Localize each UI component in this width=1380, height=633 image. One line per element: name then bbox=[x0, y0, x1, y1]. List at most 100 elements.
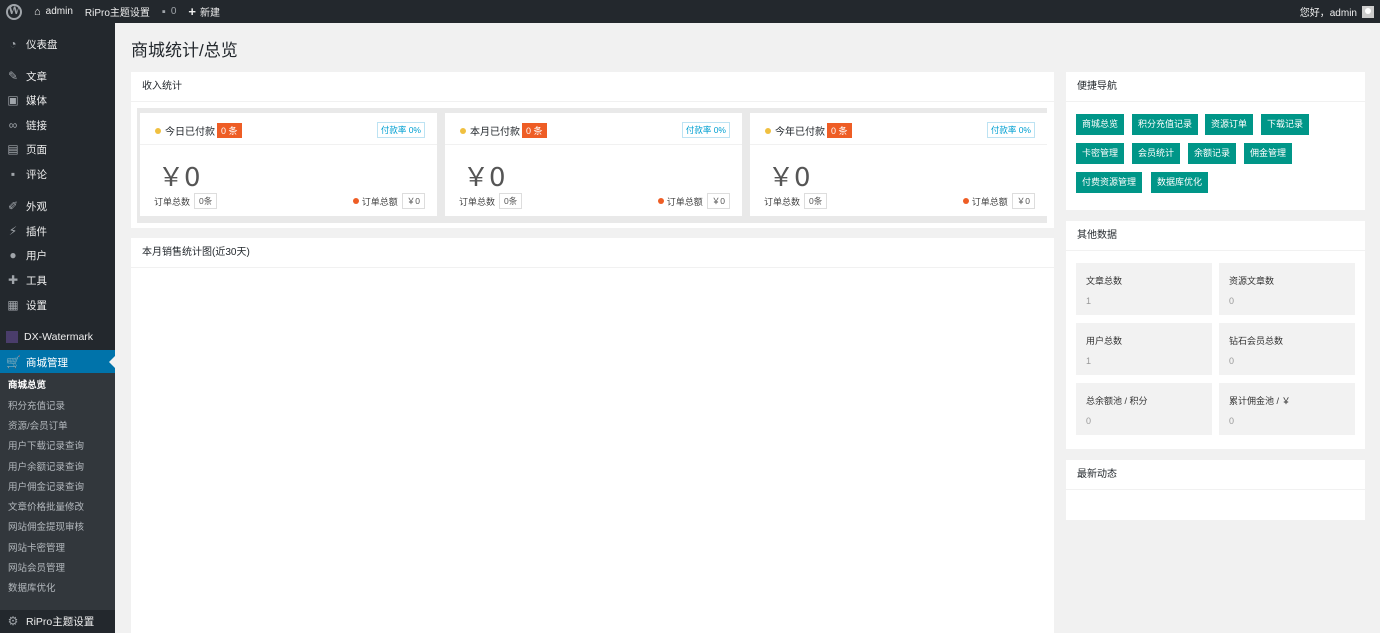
comments-count: 0 bbox=[170, 6, 177, 17]
nav-button-balance-records[interactable]: 余额记录 bbox=[1188, 143, 1237, 164]
status-dot bbox=[962, 198, 969, 204]
order-total-label: 订单总额 bbox=[666, 196, 703, 207]
nav-button-paid-resources[interactable]: 付费资源管理 bbox=[1076, 172, 1143, 193]
nav-button-db-optimize[interactable]: 数据库优化 bbox=[1151, 172, 1209, 193]
paid-amount: ￥0 bbox=[463, 163, 506, 193]
order-count: 订单总数 0条 bbox=[459, 193, 523, 209]
nav-button-points-recharge[interactable]: 积分充值记录 bbox=[1132, 114, 1199, 135]
status-dot bbox=[765, 127, 771, 134]
menu-ripro-settings[interactable]: ⚙ RiPro主题设置 bbox=[0, 609, 115, 633]
sales-chart-header: 本月销售统计图(近30天) bbox=[131, 238, 1054, 268]
status-dot bbox=[352, 198, 359, 204]
order-total-value: ￥0 bbox=[706, 193, 730, 209]
submenu-download-records[interactable]: 用户下载记录查询 bbox=[8, 438, 84, 456]
payment-rate-badge: 付款率 0% bbox=[376, 122, 425, 138]
nav-button-download-records[interactable]: 下载记录 bbox=[1261, 114, 1310, 135]
watermark-icon bbox=[6, 331, 18, 343]
nav-button-commission-management[interactable]: 佣金管理 bbox=[1244, 143, 1293, 164]
plugin-icon: ⚡ bbox=[8, 224, 18, 238]
menu-users[interactable]: ● 用户 bbox=[0, 243, 115, 267]
menu-label: DX-Watermark bbox=[24, 331, 94, 343]
stat-cell-label: 资源文章数 bbox=[1229, 276, 1275, 286]
menu-tools[interactable]: ✚ 工具 bbox=[0, 268, 115, 292]
menu-pages[interactable]: ▤ 页面 bbox=[0, 137, 115, 161]
stat-cell-post-count: 文章总数 1 bbox=[1076, 263, 1212, 315]
submenu-points-recharge[interactable]: 积分充值记录 bbox=[8, 398, 65, 416]
menu-label: 页面 bbox=[26, 143, 47, 156]
order-total-value: ￥0 bbox=[1011, 193, 1035, 209]
stat-cell-commission-pool: 累计佣金池 / ￥ 0 bbox=[1219, 383, 1355, 435]
order-count: 订单总数 0条 bbox=[154, 193, 218, 209]
menu-comments[interactable]: ▪ 评论 bbox=[0, 162, 115, 186]
submenu-resource-orders[interactable]: 资源/会员订单 bbox=[8, 418, 68, 436]
submenu-shop-overview[interactable]: 商城总览 bbox=[8, 377, 46, 395]
menu-appearance[interactable]: ✐ 外观 bbox=[0, 194, 115, 218]
stat-cell-balance-pool: 总余额池 / 积分 0 bbox=[1076, 383, 1212, 435]
submenu-commission-records[interactable]: 用户佣金记录查询 bbox=[8, 479, 84, 497]
menu-dashboard[interactable]: ◔ 仪表盘 bbox=[0, 32, 115, 56]
nav-button-member-stats[interactable]: 会员统计 bbox=[1132, 143, 1181, 164]
link-icon: ∞ bbox=[8, 118, 18, 132]
nav-button-card-management[interactable]: 卡密管理 bbox=[1076, 143, 1125, 164]
order-count-label: 订单总数 bbox=[459, 196, 496, 207]
income-stats-card: 收入统计 今日已付款 0 条 付款率 0% ￥0 订单总数 0条 订单总额 ￥0 bbox=[131, 72, 1054, 228]
stat-box-today: 今日已付款 0 条 付款率 0% ￥0 订单总数 0条 订单总额 ￥0 bbox=[140, 113, 437, 216]
stat-cell-value: 1 bbox=[1086, 296, 1092, 306]
stat-cell-label: 总余额池 / 积分 bbox=[1086, 396, 1148, 406]
stat-cell-diamond-member-count: 钻石会员总数 0 bbox=[1219, 323, 1355, 375]
order-count: 订单总数 0条 bbox=[764, 193, 828, 209]
wp-logo-menu[interactable]: W bbox=[0, 0, 28, 23]
stat-box-year: 今年已付款 0 条 付款率 0% ￥0 订单总数 0条 订单总额 ￥0 bbox=[750, 113, 1047, 216]
paid-amount: ￥0 bbox=[768, 163, 811, 193]
menu-label: 评论 bbox=[26, 168, 47, 181]
nav-button-resource-orders[interactable]: 资源订单 bbox=[1205, 114, 1254, 135]
income-stats-header: 收入统计 bbox=[131, 72, 1054, 102]
page-icon: ▤ bbox=[7, 142, 19, 156]
menu-label: 仪表盘 bbox=[26, 38, 58, 51]
menu-plugins[interactable]: ⚡ 插件 bbox=[0, 219, 115, 243]
menu-media[interactable]: ▣ 媒体 bbox=[0, 88, 115, 112]
stat-cell-value: 1 bbox=[1086, 356, 1092, 366]
menu-settings[interactable]: ▦ 设置 bbox=[0, 293, 115, 317]
comments-link[interactable]: ▪ 0 bbox=[156, 0, 182, 23]
submenu-db-optimize[interactable]: 数据库优化 bbox=[8, 580, 56, 598]
order-total: 订单总额 ￥0 bbox=[962, 193, 1035, 209]
site-name-link[interactable]: ⌂ admin bbox=[28, 0, 79, 23]
menu-label: RiPro主题设置 bbox=[26, 615, 95, 628]
wrench-icon: ✚ bbox=[7, 273, 19, 287]
site-name: admin bbox=[45, 6, 73, 17]
stat-cell-value: 0 bbox=[1086, 416, 1092, 426]
menu-label: 链接 bbox=[26, 119, 47, 132]
submenu-balance-records[interactable]: 用户余额记录查询 bbox=[8, 459, 84, 477]
plus-icon: + bbox=[188, 4, 196, 19]
order-count-value: 0条 bbox=[194, 193, 218, 209]
quick-nav-header: 便捷导航 bbox=[1066, 72, 1365, 102]
menu-label: 文章 bbox=[26, 70, 47, 83]
menu-shop-management[interactable]: 🛒 商城管理 bbox=[0, 350, 115, 374]
my-account-menu[interactable]: 您好，admin bbox=[1300, 4, 1380, 19]
stat-title: 本月已付款 0 条 bbox=[460, 123, 547, 138]
theme-settings-link[interactable]: RiPro主题设置 bbox=[79, 0, 156, 23]
submenu-card-management[interactable]: 网站卡密管理 bbox=[8, 540, 65, 558]
theme-settings-label: RiPro主题设置 bbox=[84, 8, 150, 19]
menu-dx-watermark[interactable]: DX-Watermark bbox=[0, 325, 115, 349]
comment-icon: ▪ bbox=[161, 5, 166, 18]
submenu-price-batch-edit[interactable]: 文章价格批量修改 bbox=[8, 499, 84, 517]
menu-links[interactable]: ∞ 链接 bbox=[0, 113, 115, 137]
stat-title: 今年已付款 0 条 bbox=[765, 123, 852, 138]
new-content-menu[interactable]: + 新建 bbox=[182, 0, 226, 23]
status-dot bbox=[155, 127, 161, 134]
stat-cell-user-count: 用户总数 1 bbox=[1076, 323, 1212, 375]
submenu-member-management[interactable]: 网站会员管理 bbox=[8, 560, 65, 578]
greeting: 您好，admin bbox=[1299, 8, 1357, 19]
nav-button-shop-overview[interactable]: 商城总览 bbox=[1076, 114, 1125, 135]
submenu-withdraw-review[interactable]: 网站佣金提现审核 bbox=[8, 519, 84, 537]
media-icon: ▣ bbox=[7, 93, 19, 107]
dashboard-icon: ◔ bbox=[9, 37, 17, 51]
income-stats-grid: 今日已付款 0 条 付款率 0% ￥0 订单总数 0条 订单总额 ￥0 本月已付… bbox=[137, 108, 1047, 223]
order-total-label: 订单总额 bbox=[361, 196, 398, 207]
order-total: 订单总额 ￥0 bbox=[352, 193, 425, 209]
latest-activity-header: 最新动态 bbox=[1066, 460, 1365, 490]
stat-cell-label: 用户总数 bbox=[1086, 336, 1123, 346]
menu-posts[interactable]: ✎ 文章 bbox=[0, 64, 115, 88]
